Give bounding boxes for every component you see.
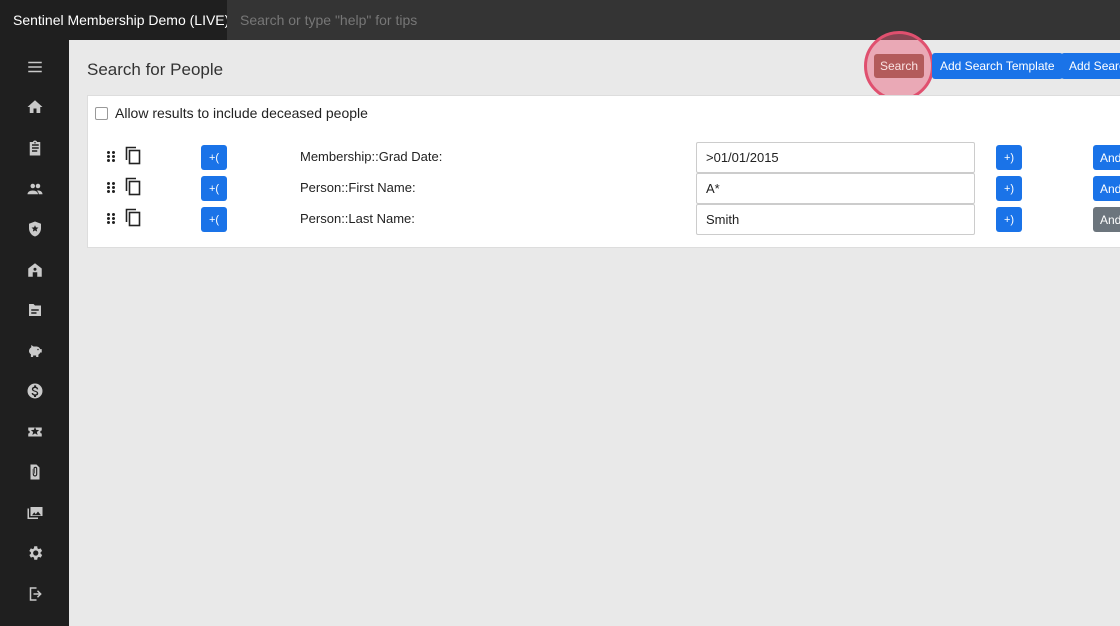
- open-paren-button[interactable]: +(: [201, 176, 227, 201]
- criteria-value-input[interactable]: [696, 204, 975, 235]
- menu-icon[interactable]: [24, 56, 46, 78]
- conjunction-button[interactable]: And: [1093, 176, 1120, 201]
- clipboard-icon[interactable]: [24, 137, 46, 159]
- top-bar: Sentinel Membership Demo (LIVE): [0, 0, 1120, 40]
- photo-library-icon[interactable]: [24, 502, 46, 524]
- search-button[interactable]: Search: [874, 54, 924, 78]
- home-icon[interactable]: [24, 96, 46, 118]
- drag-handle-icon[interactable]: [107, 182, 115, 194]
- folder-icon[interactable]: [24, 299, 46, 321]
- include-deceased-checkbox[interactable]: [95, 106, 108, 120]
- open-paren-button[interactable]: +(: [201, 207, 227, 232]
- building-icon[interactable]: [24, 259, 46, 281]
- page-title: Search for People: [87, 60, 224, 79]
- piggy-bank-icon[interactable]: [24, 340, 46, 362]
- search-criteria-panel: Allow results to include deceased people…: [87, 95, 1120, 248]
- criteria-row: +( Membership::Grad Date: +) And: [88, 142, 1120, 173]
- criteria-value-input[interactable]: [696, 142, 975, 173]
- criteria-row: +( Person::Last Name: +) And: [88, 204, 1120, 235]
- ticket-icon[interactable]: [24, 421, 46, 443]
- criteria-row: +( Person::First Name: +) And: [88, 173, 1120, 204]
- criteria-value-input[interactable]: [696, 173, 975, 204]
- global-search-input[interactable]: [227, 0, 1120, 40]
- attachment-icon[interactable]: [24, 461, 46, 483]
- include-deceased-option[interactable]: Allow results to include deceased people: [95, 105, 368, 121]
- duplicate-icon[interactable]: [124, 177, 142, 197]
- logout-icon[interactable]: [24, 583, 46, 605]
- criteria-field-label: Membership::Grad Date:: [300, 149, 443, 164]
- app-title[interactable]: Sentinel Membership Demo (LIVE): [0, 0, 229, 40]
- drag-handle-icon[interactable]: [107, 213, 115, 225]
- dollar-icon[interactable]: [24, 380, 46, 402]
- criteria-field-label: Person::Last Name:: [300, 211, 415, 226]
- conjunction-button[interactable]: And: [1093, 207, 1120, 232]
- add-search-template-button[interactable]: Add Search Template: [932, 53, 1063, 79]
- add-search-button[interactable]: Add Search: [1061, 53, 1120, 79]
- people-icon[interactable]: [24, 178, 46, 200]
- close-paren-button[interactable]: +): [996, 207, 1022, 232]
- criteria-field-label: Person::First Name:: [300, 180, 416, 195]
- close-paren-button[interactable]: +): [996, 176, 1022, 201]
- duplicate-icon[interactable]: [124, 208, 142, 228]
- close-paren-button[interactable]: +): [996, 145, 1022, 170]
- open-paren-button[interactable]: +(: [201, 145, 227, 170]
- sidebar: [0, 40, 69, 626]
- drag-handle-icon[interactable]: [107, 151, 115, 163]
- duplicate-icon[interactable]: [124, 146, 142, 166]
- gear-icon[interactable]: [24, 542, 46, 564]
- shield-icon[interactable]: [24, 218, 46, 240]
- conjunction-button[interactable]: And: [1093, 145, 1120, 170]
- include-deceased-label: Allow results to include deceased people: [115, 105, 368, 121]
